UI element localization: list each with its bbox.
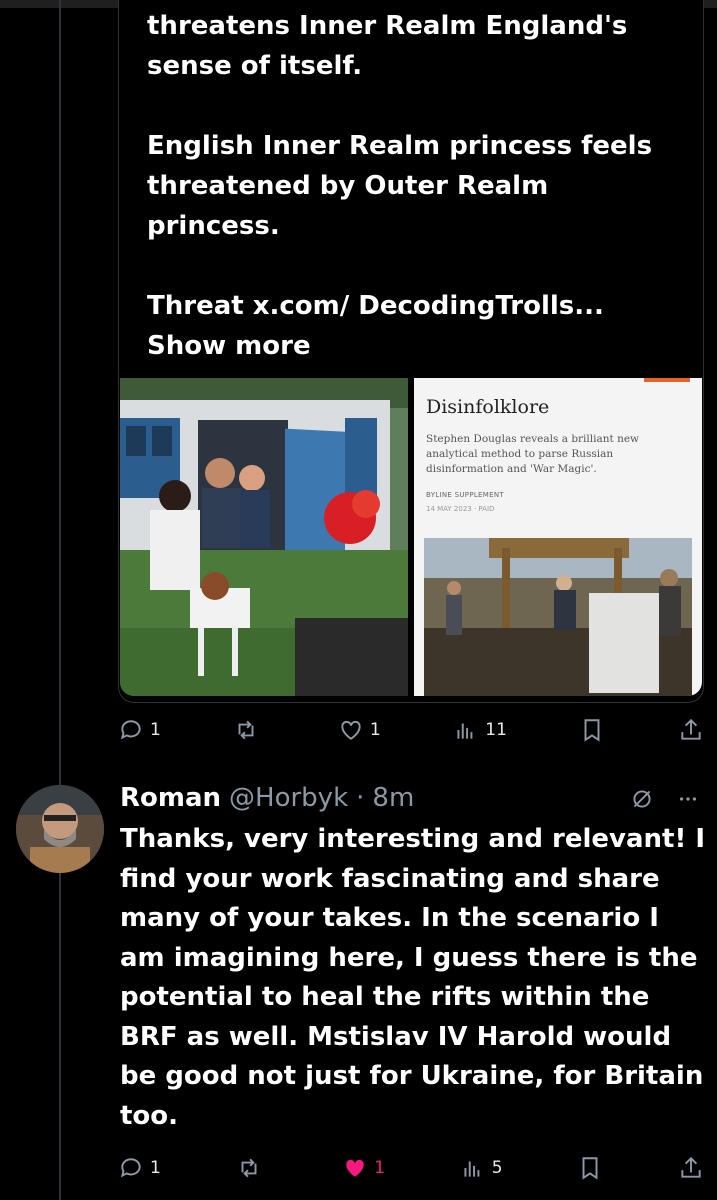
separator-dot: · <box>356 783 365 813</box>
header-icons <box>629 786 699 812</box>
timestamp[interactable]: 8m <box>372 780 414 816</box>
views-button[interactable]: 11 <box>453 717 507 743</box>
share-button[interactable] <box>678 1155 704 1181</box>
article-preview-card[interactable]: Disinfolklore Stephen Douglas reveals a … <box>414 378 702 696</box>
reply-text: Thanks, very interesting and relevant! I… <box>120 824 706 1131</box>
tweet-actions: 1 1 11 <box>118 714 704 746</box>
repost-icon <box>238 720 254 740</box>
more-icon[interactable] <box>677 786 699 812</box>
share-button[interactable] <box>678 717 704 743</box>
reply-count: 1 <box>150 1158 161 1178</box>
like-icon <box>346 1159 364 1177</box>
views-button[interactable]: 5 <box>460 1155 503 1181</box>
repost-button[interactable] <box>236 1155 268 1181</box>
views-icon <box>457 723 473 739</box>
media-row: Disinfolklore Stephen Douglas reveals a … <box>120 378 702 696</box>
like-button[interactable]: 1 <box>338 717 381 743</box>
quoted-link[interactable]: Threat x.com/ DecodingTrolls... <box>147 291 604 321</box>
reply-icon <box>120 1158 141 1178</box>
family-photo[interactable] <box>120 378 408 696</box>
repost-icon <box>241 1158 257 1178</box>
reply-button[interactable]: 1 <box>118 717 161 743</box>
views-count: 5 <box>491 1158 503 1178</box>
quoted-paragraph-2: English Inner Realm princess feels threa… <box>147 131 653 241</box>
reply-icon <box>120 720 141 740</box>
bookmark-icon <box>584 719 600 742</box>
quoted-tweet-card[interactable]: threatens Inner Realm England's sense of… <box>118 0 704 703</box>
avatar-photo <box>16 785 104 873</box>
reply-header: Roman @Horbyk · 8m <box>120 780 414 816</box>
bookmark-button[interactable] <box>577 1155 603 1181</box>
reply-count: 1 <box>150 720 161 740</box>
like-icon <box>341 720 361 740</box>
reply-button[interactable]: 1 <box>118 1155 161 1181</box>
author-name[interactable]: Roman <box>120 780 221 816</box>
bookmark-button[interactable] <box>579 717 605 743</box>
avatar[interactable] <box>16 785 104 873</box>
like-button[interactable]: 1 <box>342 1155 385 1181</box>
thread-line <box>59 0 61 1200</box>
quoted-paragraph-3: Threat x.com/ DecodingTrolls... Show mor… <box>147 286 687 366</box>
quoted-paragraph-1: threatens Inner Realm England's sense of… <box>147 11 628 81</box>
like-count: 1 <box>374 1158 386 1178</box>
views-icon <box>464 1161 480 1177</box>
share-icon <box>681 718 701 740</box>
show-more-link[interactable]: Show more <box>147 331 311 361</box>
quoted-tweet-text: threatens Inner Realm England's sense of… <box>147 6 687 366</box>
bookmark-icon <box>582 1157 598 1180</box>
author-handle[interactable]: @Horbyk <box>229 780 348 816</box>
grok-icon[interactable] <box>629 786 655 812</box>
article-photo <box>424 538 692 696</box>
share-icon <box>681 1156 701 1178</box>
views-count: 11 <box>485 720 507 740</box>
reply-actions: 1 1 5 <box>118 1152 704 1184</box>
like-count: 1 <box>369 720 381 740</box>
repost-button[interactable] <box>233 717 265 743</box>
